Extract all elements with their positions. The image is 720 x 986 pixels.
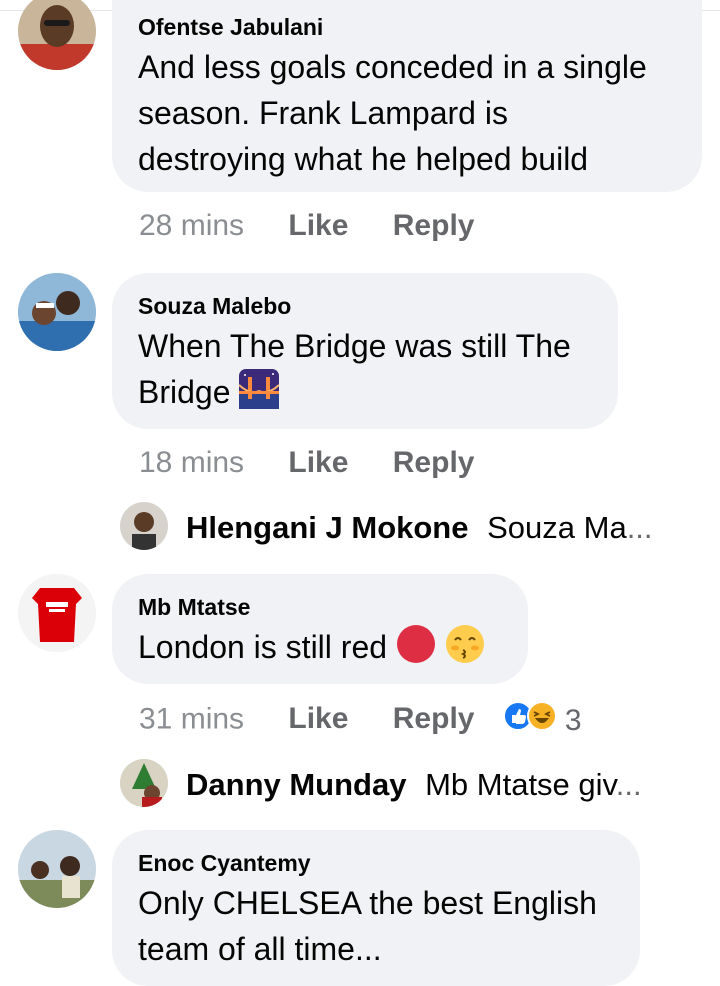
reply-ellipsis: ... <box>615 767 642 802</box>
avatar-hlengani[interactable] <box>120 502 168 550</box>
comment-text-line-with-emoji: Bridge <box>138 369 592 421</box>
reply-preview[interactable]: Danny Munday Mb Mtatse giv... <box>186 765 642 805</box>
comment-bubble: Souza Malebo When The Bridge was still T… <box>112 273 618 429</box>
comment-author[interactable]: Ofentse Jabulani <box>138 14 676 40</box>
comment-text-line: When The Bridge was still The <box>138 328 571 364</box>
comment-actions: 28 mins Like Reply <box>139 208 474 244</box>
laugh-reaction-icon <box>526 701 557 740</box>
reply-ellipsis: ... <box>626 510 653 545</box>
reply-text: Mb Mtatse giv <box>425 767 616 802</box>
reply-preview[interactable]: Hlengani J Mokone Souza Ma... <box>186 508 653 548</box>
comment-time: 18 mins <box>139 446 245 479</box>
comment-actions: 18 mins Like Reply <box>139 445 474 481</box>
like-link[interactable]: Like <box>288 702 348 735</box>
kissing-smiling-eyes-emoji <box>445 624 485 676</box>
avatar-danny[interactable] <box>120 759 168 807</box>
comment-author[interactable]: Souza Malebo <box>138 293 592 319</box>
comment-text-line-with-emoji: London is still red <box>138 624 502 676</box>
comment-text-line: season. Frank Lampard is <box>138 95 508 131</box>
like-link[interactable]: Like <box>288 446 348 479</box>
comment-bubble: Mb Mtatse London is still red <box>112 574 528 684</box>
reply-link[interactable]: Reply <box>393 209 475 242</box>
comment-actions: 31 mins Like Reply 3 <box>139 701 582 740</box>
comment-bubble: Enoc Cyantemy Only CHELSEA the best Engl… <box>112 830 640 986</box>
reaction-summary[interactable]: 3 <box>502 701 582 740</box>
comment-bubble: Ofentse Jabulani And less goals conceded… <box>112 0 702 192</box>
avatar-souza[interactable] <box>18 273 96 351</box>
red-circle-emoji <box>396 624 436 676</box>
comment-text-line: team of all time... <box>138 931 382 967</box>
reaction-count: 3 <box>564 703 582 737</box>
comment-text-line: London is still red <box>138 629 388 665</box>
comment-text-line: And less goals conceded in a single <box>138 49 647 85</box>
reply-text: Souza Ma <box>487 510 627 545</box>
avatar-ofentse[interactable] <box>18 0 96 70</box>
comment-text-line: destroying what he helped build <box>138 141 589 177</box>
like-link[interactable]: Like <box>288 209 348 242</box>
comment-time: 28 mins <box>139 209 245 242</box>
bridge-at-night-emoji <box>238 369 281 421</box>
reply-link[interactable]: Reply <box>393 446 475 479</box>
avatar-enoc[interactable] <box>18 830 96 908</box>
comment-text-line: Bridge <box>138 374 231 410</box>
comment-author[interactable]: Enoc Cyantemy <box>138 850 614 876</box>
reply-author[interactable]: Danny Munday <box>186 767 406 802</box>
comment-author[interactable]: Mb Mtatse <box>138 594 502 620</box>
avatar-mb-mtatse[interactable] <box>18 574 96 652</box>
reply-link[interactable]: Reply <box>393 702 475 735</box>
comment-time: 31 mins <box>139 702 245 736</box>
reply-author[interactable]: Hlengani J Mokone <box>186 510 468 545</box>
comment-text-line: Only CHELSEA the best English <box>138 885 597 921</box>
